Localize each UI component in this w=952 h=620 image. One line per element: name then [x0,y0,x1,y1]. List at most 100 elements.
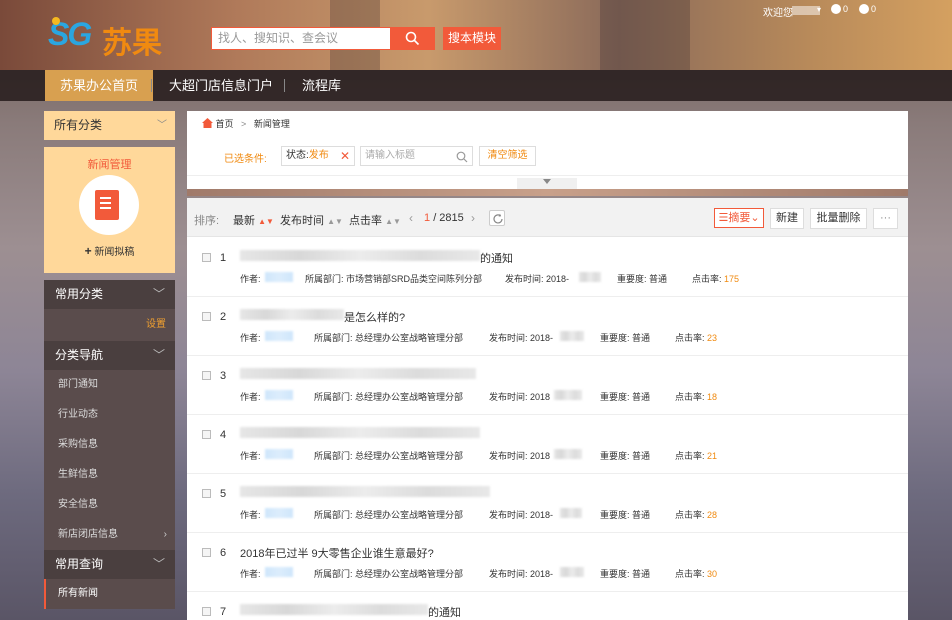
hits-count: 28 [707,510,718,520]
notice-badge[interactable]: 0 [859,4,876,14]
row-checkbox[interactable] [202,253,211,262]
sort-label: 排序: [194,215,220,227]
search-icon[interactable] [456,151,468,163]
table-row[interactable]: 5 作者: 所属部门: 总经理办公室战略管理分部 发布时间: 2018- 重要度… [187,474,908,533]
chevron-right-icon: › [163,529,167,540]
summary-view-button[interactable]: ☰摘要⌄ [714,208,764,228]
author-masked[interactable] [265,331,293,341]
plus-icon: + [84,244,92,258]
sidebar-item-fresh[interactable]: 生鲜信息 [44,460,175,490]
main-nav: 苏果办公首页 大超门店信息门户 流程库 [0,70,952,101]
news-draft-link[interactable]: + 新闻拟稿 [44,243,175,258]
table-row[interactable]: 6 2018年已过半 9大零售企业谁生意最好? 作者: 所属部门: 总经理办公室… [187,533,908,592]
chevron-down-icon: ﹀ [152,557,165,571]
refresh-button[interactable] [489,210,505,226]
chevron-left-icon[interactable]: ‹ [409,211,413,225]
welcome-text: 欢迎您 [763,8,793,19]
nav-divider [151,79,152,92]
sidebar-item-purchase[interactable]: 采购信息 [44,430,175,460]
search-module-button[interactable]: 搜本模块 [443,27,501,50]
new-button[interactable]: 新建 [770,208,804,229]
row-checkbox[interactable] [202,489,211,498]
date-masked [560,567,584,577]
date-masked [554,390,582,400]
sidebar-item-safety[interactable]: 安全信息 [44,490,175,520]
title-masked [240,604,428,615]
logo[interactable]: SG 苏果 [48,14,180,60]
breadcrumb-home[interactable]: 首页 [216,119,234,129]
nav-item-home[interactable]: 苏果办公首页 [45,70,154,101]
nav-item-store-portal[interactable]: 大超门店信息门户 [169,70,273,101]
sidebar-item-all-news[interactable]: 所有新闻 [44,579,175,609]
news-title[interactable]: 的通知 [428,604,461,620]
message-badge[interactable]: 0 [831,4,848,14]
table-row[interactable]: 2 是怎么样的? 作者: 所属部门: 总经理办公室战略管理分部 发布时间: 20… [187,297,908,356]
title-search-input[interactable]: 请输入标题 [360,146,473,166]
document-icon [95,190,119,220]
sort-arrows-icon: ▲▼ [385,217,401,226]
author-masked[interactable] [265,390,293,400]
row-checkbox[interactable] [202,548,211,557]
title-masked [240,427,480,438]
sidebar-item-industry[interactable]: 行业动态 [44,400,175,430]
close-icon[interactable]: ✕ [340,147,350,165]
row-checkbox[interactable] [202,607,211,616]
chevron-down-icon: ⌄ [750,212,760,224]
caret-down-icon [543,179,551,184]
news-title[interactable]: 的通知 [480,250,513,266]
chat-icon [859,4,869,14]
table-row[interactable]: 3 作者: 所属部门: 总经理办公室战略管理分部 发布时间: 2018 重要度:… [187,356,908,415]
author-masked[interactable] [265,272,293,282]
search-input[interactable]: 找人、搜知识、查会议 [211,27,391,50]
hits-count: 23 [707,333,718,343]
home-icon[interactable] [202,118,213,128]
chevron-down-icon[interactable]: ▾ [817,5,821,14]
date-masked [579,272,601,282]
sort-latest[interactable]: 最新 ▲▼ [233,212,274,228]
divider [187,175,908,176]
row-checkbox[interactable] [202,430,211,439]
table-row[interactable]: 7 的通知 [187,592,908,620]
table-row[interactable]: 1 的通知 作者: 所属部门: 市场营销部SRD品类空间陈列分部 发布时间: 2… [187,238,908,297]
sort-hits[interactable]: 点击率 ▲▼ [349,212,401,228]
author-masked[interactable] [265,567,293,577]
sidebar-group-nav[interactable]: 分类导航 ﹀ [44,341,175,370]
author-masked[interactable] [265,508,293,518]
sidebar-group-query[interactable]: 常用查询 ﹀ [44,550,175,579]
title-masked [240,250,480,261]
expand-toggle[interactable] [517,178,577,189]
sidebar-item-store-open-close[interactable]: 新店闭店信息 › [44,520,175,550]
all-categories-label: 所有分类 [54,118,103,132]
date-masked [554,449,582,459]
search-button[interactable] [391,27,435,50]
clear-filter-button[interactable]: 清空筛选 [479,146,536,166]
breadcrumb: 首页 > 新闻管理 [202,117,290,130]
sidebar-group-common[interactable]: 常用分类 ﹀ [44,280,175,309]
row-checkbox[interactable] [202,312,211,321]
top-banner: SG 苏果 找人、搜知识、查会议 搜本模块 欢迎您 ▾ 0 0 [0,0,952,70]
news-draft-button[interactable] [79,175,139,235]
table-row[interactable]: 4 作者: 所属部门: 总经理办公室战略管理分部 发布时间: 2018 重要度:… [187,415,908,474]
setting-link[interactable]: 设置 [44,309,175,341]
news-management-card: 新闻管理 + 新闻拟稿 [44,147,175,273]
breadcrumb-current: 新闻管理 [253,119,290,129]
news-title[interactable]: 2018年已过半 9大零售企业谁生意最好? [240,545,434,561]
username-masked[interactable] [792,6,820,15]
nav-divider [284,79,285,92]
news-title[interactable]: 是怎么样的? [344,309,405,325]
chevron-right-icon[interactable]: › [471,211,475,225]
sort-pubtime[interactable]: 发布时间 ▲▼ [280,212,343,228]
author-masked[interactable] [265,449,293,459]
all-categories-dropdown[interactable]: 所有分类 ﹀ [44,111,175,140]
batch-delete-button[interactable]: 批量删除 [810,208,867,229]
panel-gap [187,189,908,196]
card-title: 新闻管理 [87,159,132,171]
news-list: 排序: 最新 ▲▼ 发布时间 ▲▼ 点击率 ▲▼ ‹ 1 / 2815 › ☰摘… [187,198,908,620]
title-masked [240,309,344,320]
date-masked [560,508,582,518]
more-button[interactable]: ··· [873,208,898,229]
row-checkbox[interactable] [202,371,211,380]
logo-dot [52,17,60,25]
nav-item-process-library[interactable]: 流程库 [302,70,341,101]
sidebar-item-dept-notice[interactable]: 部门通知 [44,370,175,400]
